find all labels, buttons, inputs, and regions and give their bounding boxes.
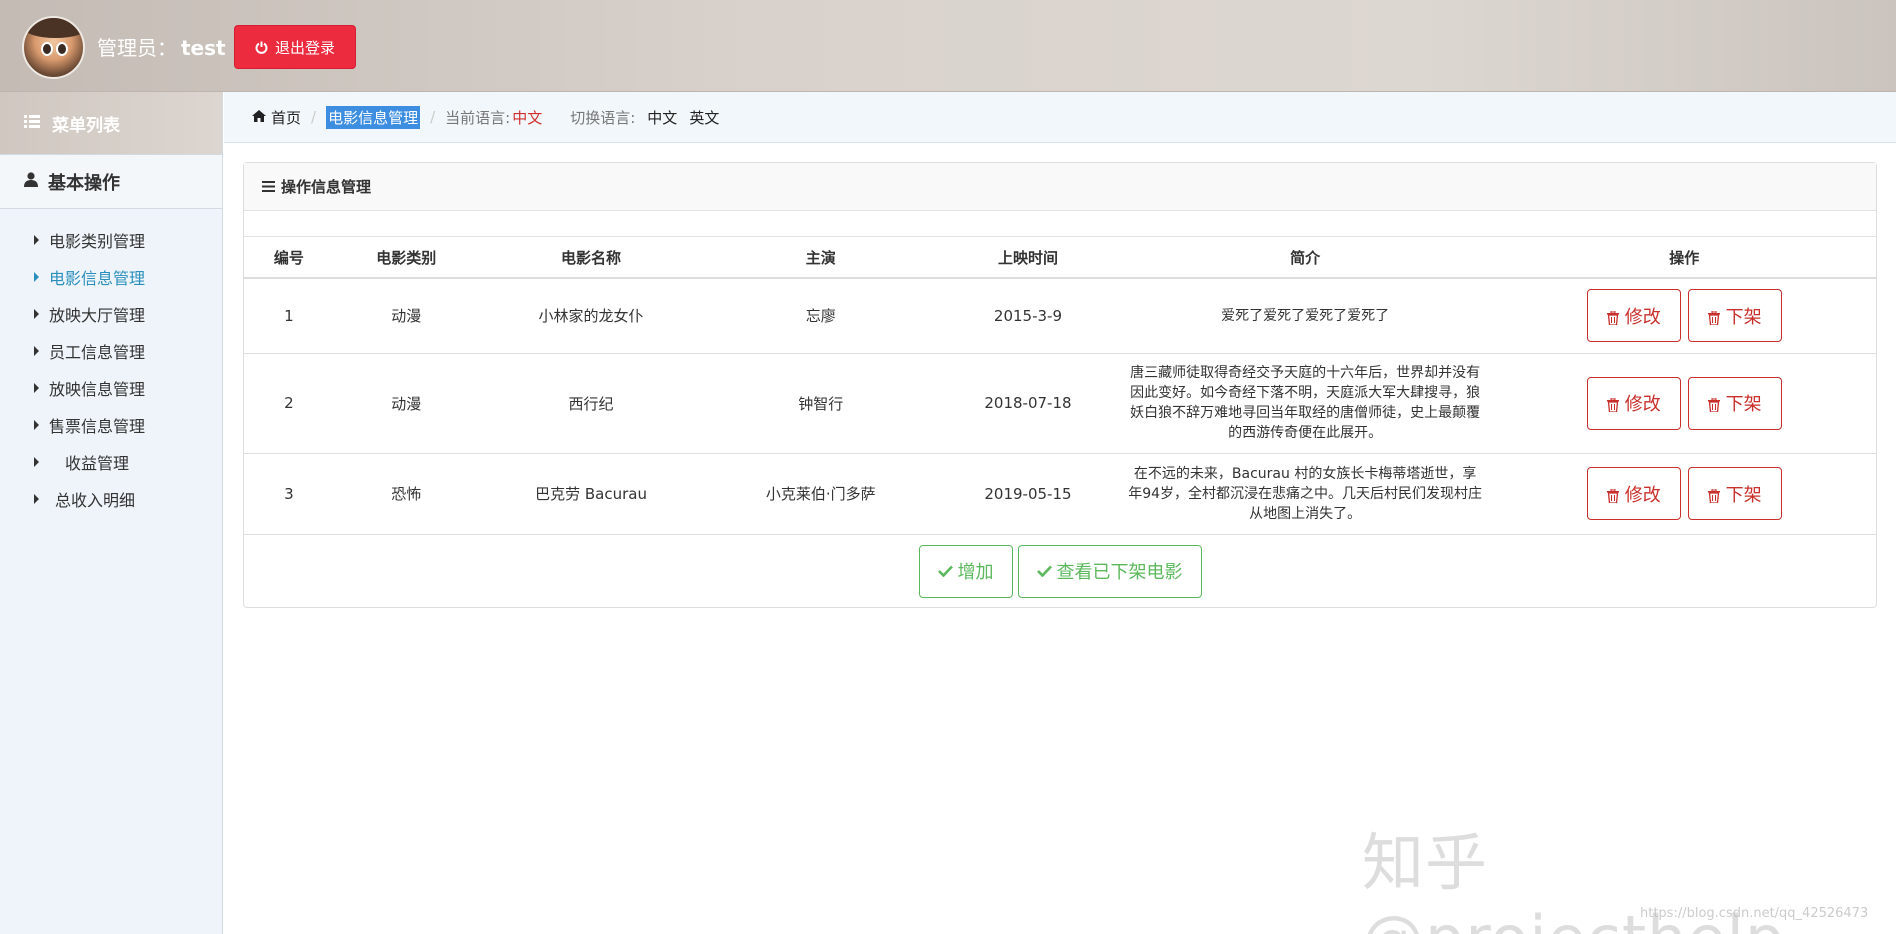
trash-icon — [1606, 309, 1619, 326]
sidebar-item-income-detail[interactable]: 总收入明细 — [0, 480, 222, 517]
cell-name: 巴克劳 Bacurau — [478, 453, 704, 535]
sidebar-title: 菜单列表 — [52, 115, 120, 136]
logout-label: 退出登录 — [274, 39, 335, 57]
sidebar-item-staff[interactable]: 员工信息管理 — [0, 332, 222, 369]
panel-title: 操作信息管理 — [281, 178, 372, 196]
section-title: 基本操作 — [48, 172, 120, 194]
sidebar-item-hall[interactable]: 放映大厅管理 — [0, 295, 222, 332]
caret-right-icon — [34, 345, 39, 356]
movie-table: 编号 电影类别 电影名称 主演 上映时间 简介 操作 1 动漫 小林家的龙女仆 … — [244, 237, 1876, 535]
switch-language-label: 切换语言: — [570, 108, 636, 127]
table-header-row: 编号 电影类别 电影名称 主演 上映时间 简介 操作 — [244, 237, 1876, 279]
edit-button[interactable]: 修改 — [1586, 289, 1681, 343]
add-button[interactable]: 增加 — [918, 544, 1013, 598]
cell-actions: 修改 下架 — [1492, 278, 1876, 354]
column-header: 操作 — [1492, 237, 1876, 279]
remove-button[interactable]: 下架 — [1687, 289, 1782, 343]
csdn-watermark: https://blog.csdn.net/qq_42526473 — [1640, 906, 1869, 921]
current-language-value: 中文 — [512, 108, 543, 127]
table-row: 2 动漫 西行纪 钟智行 2018-07-18 唐三藏师徒取得奇经交予天庭的十六… — [244, 353, 1876, 454]
sidebar: 菜单列表 基本操作 电影类别管理 电影信息管理 放映大厅管理 员工信息管理 放映… — [0, 92, 223, 934]
column-header: 简介 — [1117, 237, 1493, 279]
column-header: 上映时间 — [938, 237, 1118, 279]
trash-icon — [1606, 396, 1619, 413]
sidebar-item-screening[interactable]: 放映信息管理 — [0, 369, 222, 406]
sidebar-menu: 电影类别管理 电影信息管理 放映大厅管理 员工信息管理 放映信息管理 售票信息管… — [0, 209, 222, 517]
cell-id: 2 — [244, 353, 334, 454]
edit-button[interactable]: 修改 — [1586, 376, 1681, 430]
cell-id: 3 — [244, 453, 334, 535]
admin-avatar — [22, 16, 85, 79]
user-icon — [24, 171, 38, 192]
remove-button[interactable]: 下架 — [1687, 376, 1782, 430]
cell-name: 西行纪 — [478, 353, 704, 454]
table-row: 3 恐怖 巴克劳 Bacurau 小克莱伯·门多萨 2019-05-15 在不远… — [244, 453, 1876, 535]
current-language-label: 当前语言: — [445, 108, 511, 127]
cell-name: 小林家的龙女仆 — [478, 278, 704, 354]
cell-desc: 唐三藏师徒取得奇经交予天庭的十六年后，世界却并没有因此变好。如今奇经下落不明，天… — [1117, 353, 1493, 454]
sidebar-header: 菜单列表 — [0, 92, 222, 154]
caret-right-icon — [34, 234, 39, 245]
admin-name: test — [181, 36, 226, 60]
trash-icon — [1707, 487, 1720, 504]
caret-right-icon — [34, 456, 39, 467]
cell-category: 恐怖 — [333, 453, 479, 535]
cell-id: 1 — [244, 278, 334, 354]
logout-button[interactable]: 退出登录 — [234, 25, 356, 69]
breadcrumb-separator: / — [311, 108, 317, 126]
caret-right-icon — [34, 493, 39, 504]
cell-date: 2018-07-18 — [938, 353, 1118, 454]
power-icon — [255, 41, 268, 54]
column-header: 主演 — [703, 237, 939, 279]
cell-actor: 钟智行 — [703, 353, 939, 454]
sidebar-item-movie-info[interactable]: 电影信息管理 — [0, 258, 222, 295]
trash-icon — [1606, 487, 1619, 504]
admin-prefix: 管理员： — [97, 36, 177, 60]
movie-info-panel: 操作信息管理 编号 电影类别 电影名称 主演 上映时间 简介 操作 1 动漫 小… — [243, 162, 1877, 608]
sidebar-item-revenue[interactable]: 收益管理 — [0, 443, 222, 480]
remove-button[interactable]: 下架 — [1687, 467, 1782, 520]
admin-label: 管理员： test — [97, 32, 226, 61]
caret-right-icon — [34, 271, 39, 282]
language-en-link[interactable]: 英文 — [689, 107, 719, 128]
cell-desc: 爱死了爱死了爱死了爱死了 — [1117, 278, 1493, 354]
check-icon — [1036, 561, 1052, 582]
edit-button[interactable]: 修改 — [1586, 467, 1681, 520]
check-icon — [937, 561, 953, 582]
table-row: 1 动漫 小林家的龙女仆 忘廖 2015-3-9 爱死了爱死了爱死了爱死了 修改… — [244, 278, 1876, 354]
section-basic-ops[interactable]: 基本操作 — [0, 154, 222, 209]
breadcrumb-separator: / — [430, 108, 436, 126]
caret-right-icon — [34, 382, 39, 393]
caret-right-icon — [34, 419, 39, 430]
trash-icon — [1707, 396, 1720, 413]
top-header: 管理员： test 退出登录 — [0, 0, 1896, 92]
caret-right-icon — [34, 308, 39, 319]
cell-category: 动漫 — [333, 353, 479, 454]
cell-actor: 忘廖 — [703, 278, 939, 354]
cell-actions: 修改 下架 — [1492, 353, 1876, 454]
column-header: 编号 — [244, 237, 334, 279]
trash-icon — [1707, 309, 1720, 326]
cell-category: 动漫 — [333, 278, 479, 354]
view-removed-button[interactable]: 查看已下架电影 — [1017, 544, 1202, 598]
panel-header: 操作信息管理 — [244, 163, 1876, 211]
column-header: 电影名称 — [478, 237, 704, 279]
cell-desc: 在不远的未来，Bacurau 村的女族长卡梅蒂塔逝世，享年94岁，全村都沉浸在悲… — [1117, 453, 1493, 535]
sidebar-item-movie-category[interactable]: 电影类别管理 — [0, 221, 222, 258]
cell-actions: 修改 下架 — [1492, 453, 1876, 535]
breadcrumb: 首页 / 电影信息管理 / 当前语言: 中文 切换语言: 中文 英文 — [224, 92, 1896, 143]
home-icon — [252, 108, 266, 126]
cell-date: 2015-3-9 — [938, 278, 1118, 354]
cell-date: 2019-05-15 — [938, 453, 1118, 535]
bars-icon — [262, 178, 275, 196]
language-zh-link[interactable]: 中文 — [647, 107, 677, 128]
breadcrumb-current: 电影信息管理 — [326, 105, 421, 129]
cell-actor: 小克莱伯·门多萨 — [703, 453, 939, 535]
list-icon — [24, 113, 40, 133]
column-header: 电影类别 — [333, 237, 479, 279]
breadcrumb-home[interactable]: 首页 — [252, 107, 301, 128]
panel-footer: 增加 查看已下架电影 — [244, 535, 1876, 598]
sidebar-item-ticket[interactable]: 售票信息管理 — [0, 406, 222, 443]
